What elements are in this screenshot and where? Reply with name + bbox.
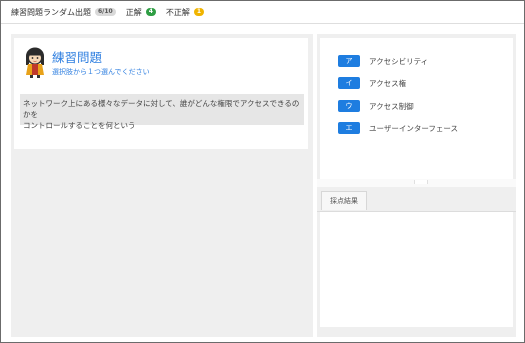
option-e-label: ユーザーインターフェース: [369, 123, 459, 133]
option-a-label: アクセシビリティ: [369, 56, 429, 66]
question-heading: 練習問題: [52, 50, 103, 65]
option-a[interactable]: ア アクセシビリティ: [338, 55, 428, 67]
correct-stat: 正解 4: [126, 7, 156, 18]
incorrect-stat: 不正解 1: [165, 7, 205, 18]
splitter[interactable]: [317, 179, 516, 187]
header-bar: 練習問題ランダム出題 6/10 正解 4 不正解 1: [1, 1, 524, 24]
tab-result[interactable]: 採点結果: [321, 191, 367, 210]
character-avatar-icon: [26, 47, 44, 78]
option-i-button[interactable]: イ: [338, 77, 360, 89]
option-i[interactable]: イ アクセス権: [338, 77, 406, 89]
progress-badge: 6/10: [95, 8, 116, 16]
option-u-button[interactable]: ウ: [338, 100, 360, 112]
result-tab-bar: 採点結果: [317, 187, 516, 212]
option-u[interactable]: ウ アクセス制御: [338, 100, 414, 112]
page-title: 練習問題ランダム出題: [11, 7, 91, 17]
option-e[interactable]: エ ユーザーインターフェース: [338, 122, 458, 134]
option-e-button[interactable]: エ: [338, 122, 360, 134]
question-line: コントロールすることを何という: [23, 121, 136, 130]
question-line: ネットワーク上にある様々なデータに対して、誰がどんな権限でアクセスできるのかを: [23, 99, 300, 119]
option-a-button[interactable]: ア: [338, 55, 360, 67]
correct-count-badge: 4: [145, 8, 156, 16]
option-u-label: アクセス制御: [369, 101, 414, 111]
correct-label: 正解: [125, 7, 142, 17]
app-window: 練習問題ランダム出題 6/10 正解 4 不正解 1 練習問題 選択肢から１つ選…: [0, 0, 525, 343]
question-instruction: 選択肢から１つ選んでください: [52, 68, 150, 76]
question-pane: 練習問題 選択肢から１つ選んでください ネットワーク上にある様々なデータに対して…: [11, 34, 313, 337]
incorrect-label: 不正解: [165, 7, 190, 17]
incorrect-count-badge: 1: [193, 8, 205, 16]
result-panel: [320, 212, 513, 327]
question-text: ネットワーク上にある様々なデータに対して、誰がどんな権限でアクセスできるのかを …: [20, 94, 304, 130]
question-card: 練習問題 選択肢から１つ選んでください ネットワーク上にある様々なデータに対して…: [14, 38, 308, 149]
splitter-handle-icon[interactable]: [414, 180, 428, 184]
option-i-label: アクセス権: [369, 78, 407, 88]
options-panel: ア アクセシビリティ イ アクセス権 ウ アクセス制御 エ ユーザーインターフェ…: [320, 38, 513, 179]
